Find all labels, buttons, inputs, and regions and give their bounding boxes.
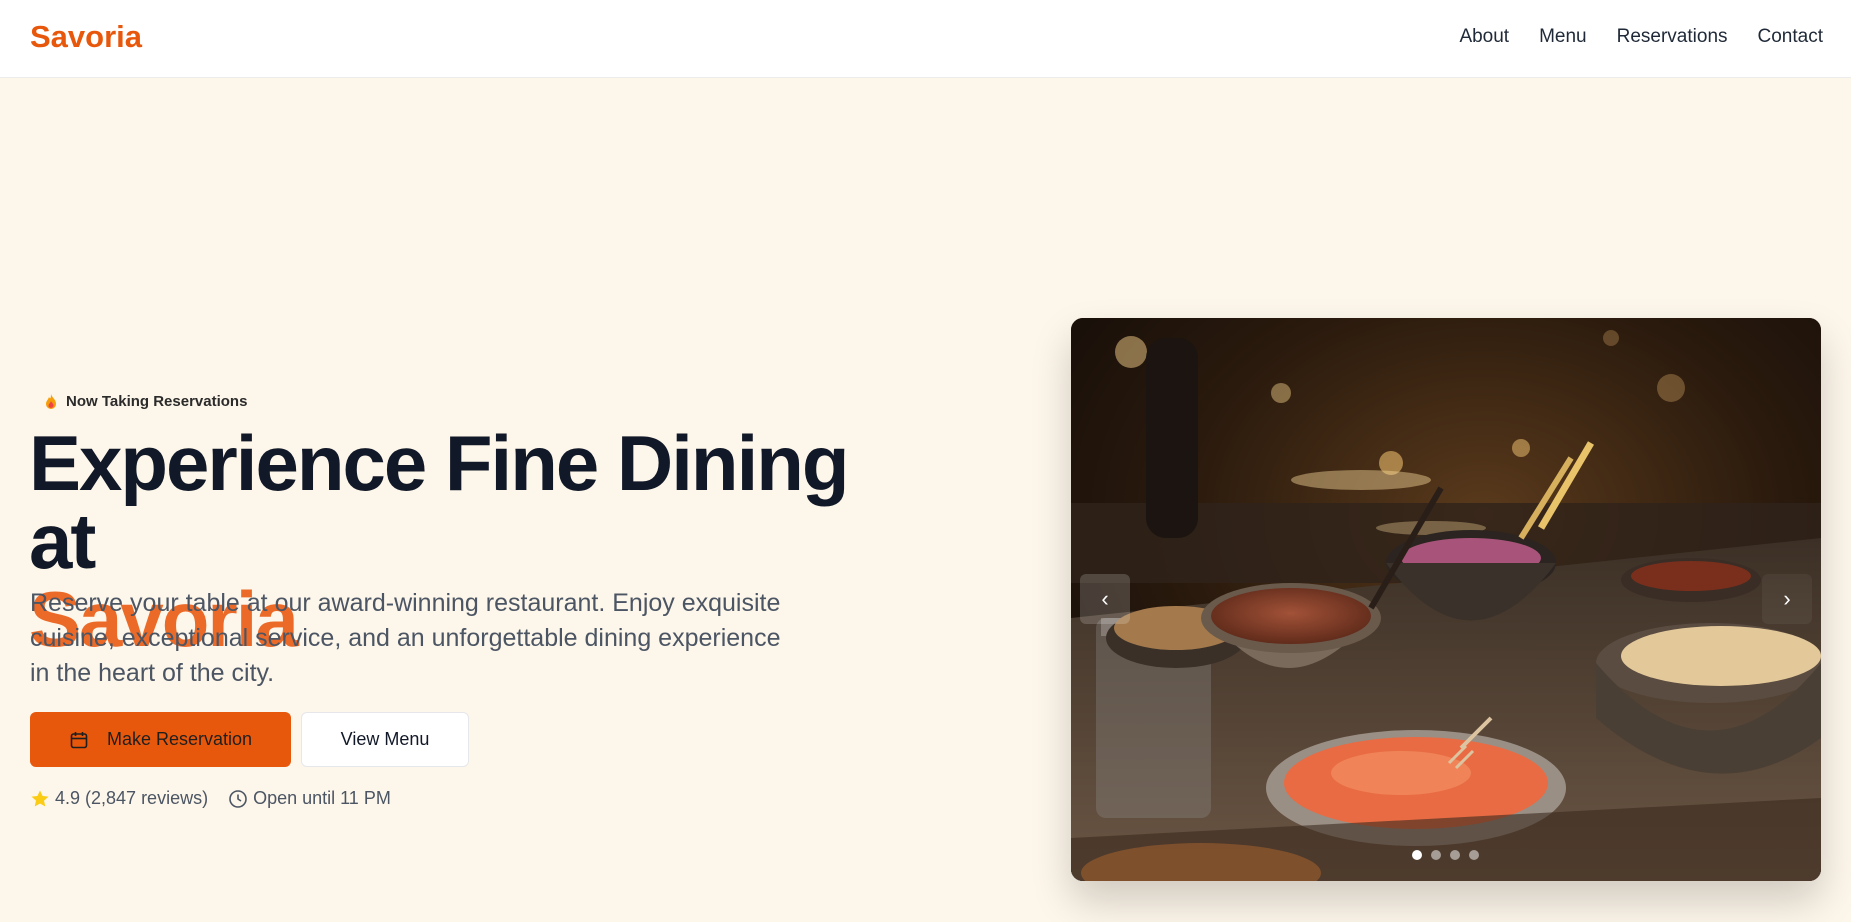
flame-icon bbox=[46, 394, 56, 409]
hours: Open until 11 PM bbox=[228, 788, 391, 809]
carousel-dot-4[interactable] bbox=[1469, 850, 1479, 860]
nav-reservations[interactable]: Reservations bbox=[1617, 26, 1728, 48]
nav-menu[interactable]: Menu bbox=[1539, 26, 1587, 48]
carousel-dot-3[interactable] bbox=[1450, 850, 1460, 860]
headline-text: Experience Fine Dining at bbox=[29, 419, 850, 585]
nav-contact[interactable]: Contact bbox=[1758, 26, 1823, 48]
make-reservation-label: Make Reservation bbox=[106, 729, 253, 749]
hero-carousel[interactable]: ‹ › bbox=[1071, 318, 1821, 881]
view-menu-button[interactable]: View Menu bbox=[301, 712, 469, 767]
reservation-badge: Now Taking Reservations bbox=[44, 393, 247, 410]
nav-about[interactable]: About bbox=[1459, 26, 1509, 48]
logo[interactable]: Savoria bbox=[30, 19, 142, 55]
clock-icon bbox=[229, 789, 247, 808]
badge-label: Now Taking Reservations bbox=[66, 393, 248, 410]
rating-text: 4.9 (2,847 reviews) bbox=[55, 788, 209, 808]
hero-description: Reserve your table at our award-winning … bbox=[30, 589, 781, 687]
star-icon bbox=[31, 790, 49, 806]
calendar-icon bbox=[70, 731, 88, 748]
site-header: Savoria About Menu Reservations Contact bbox=[0, 0, 1851, 78]
hours-text: Open until 11 PM bbox=[253, 788, 391, 808]
food-photo bbox=[1071, 318, 1821, 881]
chevron-right-icon: › bbox=[1783, 586, 1791, 611]
main-nav: About Menu Reservations Contact bbox=[1459, 26, 1823, 48]
hero-meta: 4.9 (2,847 reviews) Open until 11 PM bbox=[30, 788, 391, 809]
carousel-dot-2[interactable] bbox=[1431, 850, 1441, 860]
rating: 4.9 (2,847 reviews) bbox=[30, 788, 208, 809]
carousel-next-button[interactable]: › bbox=[1762, 574, 1812, 624]
carousel-prev-button[interactable]: ‹ bbox=[1080, 574, 1130, 624]
carousel-dots bbox=[1412, 850, 1479, 860]
carousel-dot-1[interactable] bbox=[1412, 850, 1422, 860]
chevron-left-icon: ‹ bbox=[1101, 586, 1109, 611]
make-reservation-button[interactable]: Make Reservation bbox=[30, 712, 291, 767]
